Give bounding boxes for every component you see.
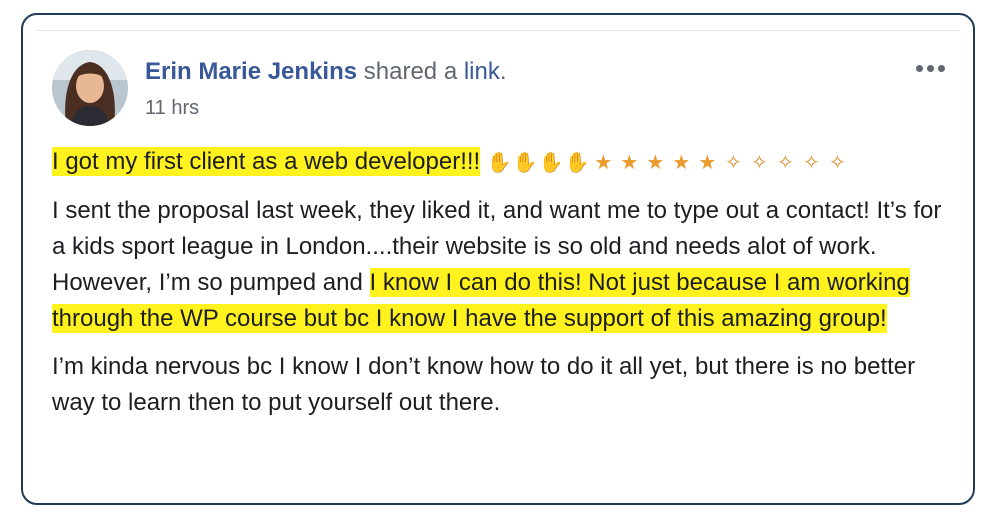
more-dot (915, 64, 923, 72)
author-name-link[interactable]: Erin Marie Jenkins (145, 58, 357, 85)
confetti-emoji-icon: ✧ (750, 150, 769, 174)
divider (36, 30, 960, 31)
paragraph-text: I’m kinda nervous bc I know I don’t know… (52, 353, 916, 416)
party-emoji-icon: ★ (672, 150, 692, 174)
post-paragraph-2: I sent the proposal last week, they like… (52, 193, 952, 337)
confetti-emoji-icon: ✧ (724, 150, 743, 174)
more-dot (926, 64, 934, 72)
party-emoji-icon: ★ (646, 150, 666, 174)
post-paragraph-1: I got my first client as a web developer… (52, 144, 952, 181)
shared-text: shared a (357, 58, 464, 85)
emoji-row: ✋✋✋✋ ★ ★ ★ ★ ★ ✧ ✧ ✧ ✧ ✧ (487, 150, 851, 174)
more-options-button[interactable] (912, 58, 948, 78)
clap-emoji-icon: ✋ (486, 150, 513, 174)
avatar[interactable] (52, 50, 128, 126)
shared-link[interactable]: link (464, 58, 500, 85)
party-emoji-icon: ★ (620, 150, 640, 174)
clap-emoji-icon: ✋ (564, 150, 591, 174)
post-paragraph-3: I’m kinda nervous bc I know I don’t know… (52, 349, 952, 421)
confetti-emoji-icon: ✧ (776, 150, 795, 174)
more-dot (937, 64, 945, 72)
avatar-image (52, 50, 128, 126)
party-emoji-icon: ★ (698, 150, 718, 174)
post-header: Erin Marie Jenkins shared a link. (145, 58, 507, 86)
party-emoji-icon: ★ (594, 150, 614, 174)
confetti-emoji-icon: ✧ (802, 150, 821, 174)
confetti-emoji-icon: ✧ (828, 150, 847, 174)
header-period: . (499, 58, 507, 85)
highlighted-text: I got my first client as a web developer… (52, 147, 481, 176)
clap-emoji-icon: ✋ (512, 150, 539, 174)
clap-emoji-icon: ✋ (538, 150, 565, 174)
post-timestamp[interactable]: 11 hrs (145, 96, 199, 120)
post-body: I got my first client as a web developer… (52, 144, 952, 433)
